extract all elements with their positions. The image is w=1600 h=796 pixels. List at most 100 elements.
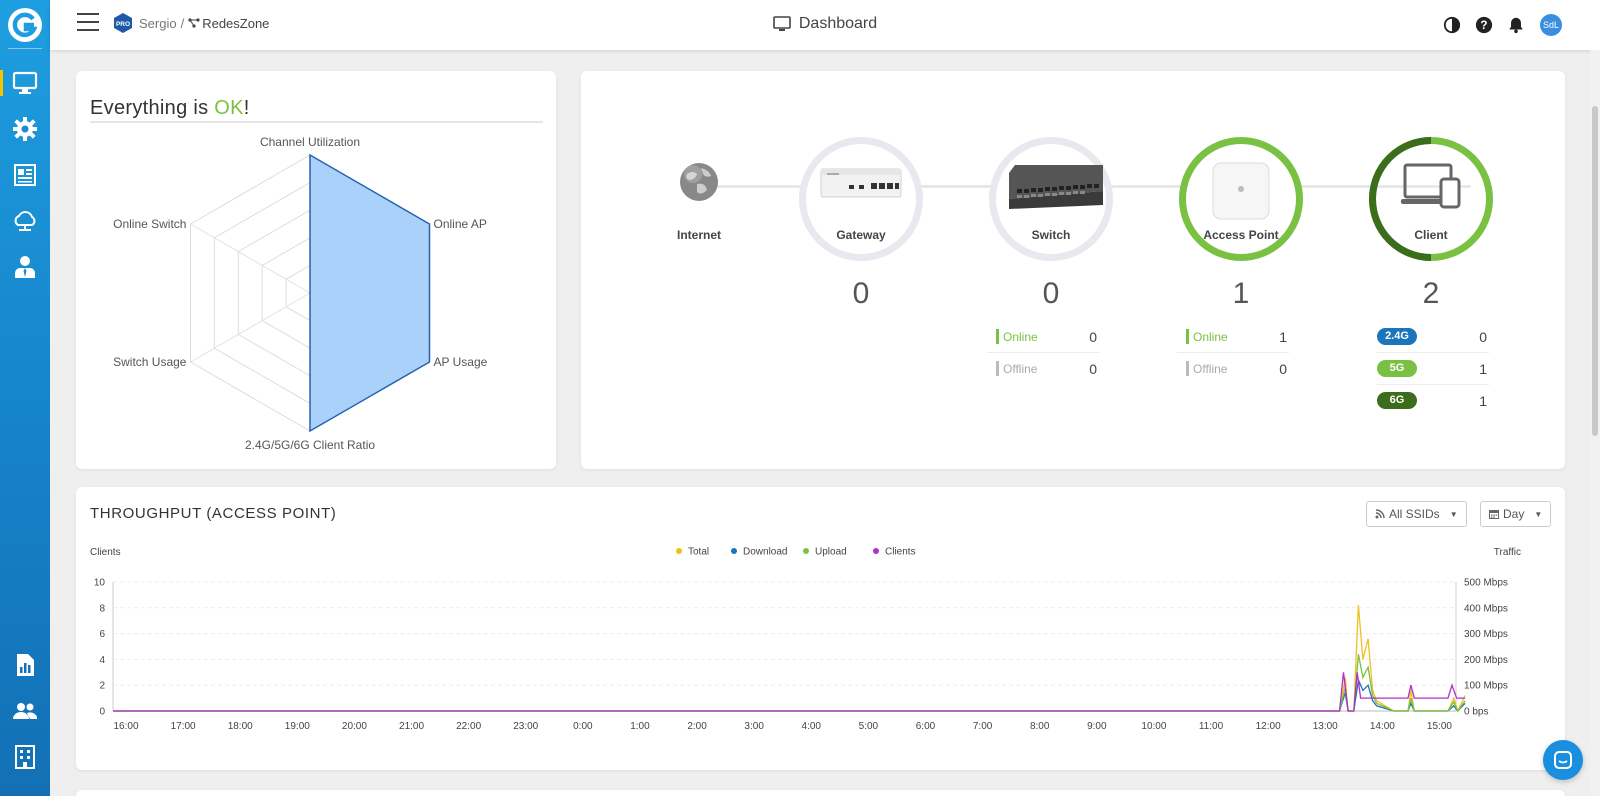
notification-bell-icon[interactable] [1506,15,1526,35]
radar-spoke-4 [190,292,311,363]
left-tick-label: 0 [99,707,105,718]
page-scrollbar[interactable] [1590,50,1600,796]
x-tick-label: 18:00 [228,721,253,732]
breadcrumb-org[interactable]: Sergio [139,16,177,31]
sidebar-item-users[interactable] [0,247,50,287]
user-avatar[interactable]: SdL [1540,14,1562,36]
legend-marker-3 [873,548,879,554]
radar-axis-label: 2.4G/5G/6G Client Ratio [245,438,375,452]
health-card: Everything is OK! Channel Utilization Onl… [76,71,556,469]
breadcrumb-network[interactable]: RedesZone [188,16,269,31]
health-title-suffix: ! [243,97,250,119]
file-chart-icon [17,654,34,676]
left-tick-label: 10 [94,578,106,589]
sidebar-item-settings[interactable] [0,109,50,149]
node-internet-label: Internet [676,228,721,242]
legend-marker-0 [676,548,682,554]
switch-count: 0 [1042,277,1060,310]
right-tick-label: 100 Mbps [1464,681,1508,692]
sidebar-item-reports[interactable] [0,155,50,195]
series-line-clients [113,672,1466,712]
period-filter-dropdown[interactable]: Day ▼ [1480,501,1552,527]
support-chat-button[interactable] [1543,740,1583,780]
x-tick-label: 10:00 [1141,721,1166,732]
x-tick-label: 6:00 [916,721,936,732]
menu-toggle-button[interactable] [77,13,99,31]
sidebar-item-groups[interactable] [0,691,50,731]
pro-badge-icon: PRO [114,13,132,33]
x-tick-label: 9:00 [1087,721,1107,732]
x-tick-label: 3:00 [744,721,764,732]
node-client[interactable]: Client 2 [1369,137,1493,317]
band-24g-pill: 2.4G [1377,328,1417,345]
ap-online-value: 1 [1279,329,1287,345]
gear-icon [13,117,37,141]
x-tick-label: 7:00 [973,721,993,732]
help-icon[interactable]: ? [1474,15,1494,35]
ssid-filter-label: All SSIDs [1389,507,1440,521]
right-tick-label: 200 Mbps [1464,655,1508,666]
gateway-device-icon [820,168,902,198]
left-axis-title: Clients [90,547,121,558]
band-24g-row: 2.4G 0 [1377,321,1489,353]
node-access-point[interactable]: Access Point 1 [1179,137,1303,317]
switch-online-label: Online [1003,330,1038,344]
node-access-point-label: Access Point [1203,228,1279,242]
node-switch[interactable]: Switch 0 [989,137,1113,317]
monitor-icon [12,71,38,94]
band-6g-value: 1 [1479,393,1487,409]
access-point-stats: Online 1 Offline 0 [1177,321,1289,385]
ssid-filter-dropdown[interactable]: All SSIDs ▼ [1366,501,1467,527]
node-gateway[interactable]: Gateway 0 [799,137,923,317]
series-line-download [113,677,1466,712]
user-tie-icon [15,256,35,278]
x-tick-label: 19:00 [285,721,310,732]
node-internet[interactable]: Internet [637,137,761,261]
app-logo[interactable] [7,7,43,43]
health-title: Everything is OK! [90,97,250,120]
band-5g-row: 5G 1 [1377,353,1489,385]
right-axis-title: Traffic [1494,547,1521,558]
topology-card: Internet Gateway 0 Switch 0 Access Point [581,71,1565,469]
right-tick-label: 0 bps [1464,707,1488,718]
x-tick-label: 5:00 [859,721,879,732]
next-card [76,790,1565,796]
sidebar-item-cloud[interactable] [0,201,50,241]
client-band-stats: 2.4G 0 5G 1 6G 1 [1377,321,1489,417]
health-title-prefix: Everything is [90,97,215,119]
switch-offline-value: 0 [1089,361,1097,377]
sidebar-item-organization[interactable] [0,737,50,777]
x-tick-label: 21:00 [399,721,424,732]
node-gateway-label: Gateway [836,228,886,242]
breadcrumb: PRO Sergio / RedesZone [113,13,269,33]
right-tick-label: 300 Mbps [1464,629,1508,640]
theme-toggle-icon[interactable] [1442,15,1462,35]
radar-spoke-5 [190,223,311,294]
health-status: OK [214,97,244,119]
ap-online-row: Online 1 [1177,321,1289,353]
switch-online-value: 0 [1089,329,1097,345]
scrollbar-thumb[interactable] [1592,106,1598,436]
network-icon [188,18,200,28]
radar-data-area [309,153,431,433]
radar-axis-label: AP Usage [434,355,488,369]
radar-axis-label: Channel Utilization [260,135,360,149]
band-6g-pill: 6G [1377,392,1417,409]
sidebar-item-analytics[interactable] [0,645,50,685]
period-filter-label: Day [1503,507,1525,521]
legend-label: Download [743,547,787,558]
radar-axis-label: Online Switch [113,217,186,231]
chevron-down-icon: ▼ [1534,509,1543,519]
x-tick-label: 1:00 [630,721,650,732]
series-line-upload [113,654,1466,713]
header-actions: ? SdL [1430,14,1562,36]
throughput-card: THROUGHPUT (ACCESS POINT) All SSIDs ▼ Da… [76,487,1565,770]
chat-icon [1554,751,1572,769]
page-title-text: Dashboard [798,15,878,32]
band-5g-pill: 5G [1377,360,1417,377]
rss-icon [1375,509,1385,519]
cloud-network-icon [14,211,36,231]
left-tick-label: 4 [99,655,105,666]
sidebar-item-dashboard[interactable] [0,63,50,103]
right-tick-label: 500 Mbps [1464,578,1508,589]
